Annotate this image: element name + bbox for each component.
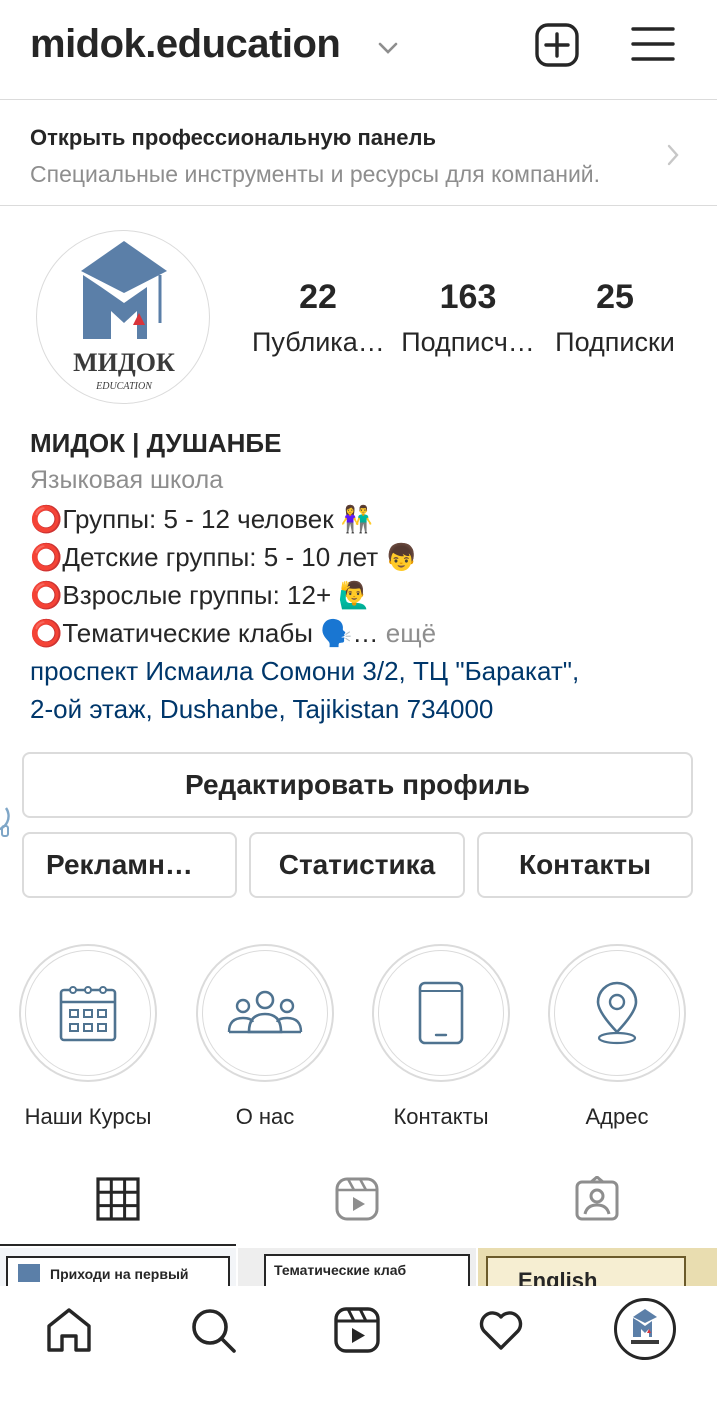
- headphones-icon: [0, 807, 10, 837]
- address-line-1[interactable]: проспект Исмаила Сомони 3/2, ТЦ "Баракат…: [30, 656, 579, 687]
- people-icon: [227, 990, 303, 1034]
- profile-header: midok.education: [0, 0, 717, 100]
- profile-category: Языковая школа: [30, 466, 224, 494]
- bio-line-1: ⭕Группы: 5 - 12 человек 👫: [30, 504, 374, 534]
- address-line-2[interactable]: 2-ой этаж, Dushanbe, Tajikistan 734000: [30, 694, 493, 725]
- search-icon[interactable]: [189, 1306, 237, 1354]
- grid-post-1[interactable]: Приходи на первый: [0, 1248, 236, 1288]
- phone-icon: [418, 981, 464, 1045]
- following-count: 25: [596, 278, 634, 316]
- bio-line-4: ⭕Тематические клабы 🗣️… ещё: [30, 618, 436, 649]
- bio-line-4-text: ⭕Тематические клабы 🗣️…: [30, 618, 379, 648]
- add-icon[interactable]: [534, 22, 580, 68]
- stat-following[interactable]: 25 Подписки: [548, 278, 682, 358]
- pro-panel-subtitle: Специальные инструменты и ресурсы для ко…: [30, 161, 601, 187]
- more-link[interactable]: ещё: [379, 618, 436, 648]
- highlight-ring: [548, 944, 686, 1082]
- profile-name: МИДОК | ДУШАНБЕ: [30, 428, 282, 458]
- grid-icon[interactable]: [95, 1176, 141, 1222]
- reels-tab-icon[interactable]: [334, 1176, 380, 1222]
- highlight-label: Контакты: [393, 1104, 489, 1129]
- followers-label: Подписч…: [401, 327, 535, 357]
- location-pin-icon: [596, 981, 638, 1045]
- profile-avatar[interactable]: МИДОК EDUCATION: [36, 230, 210, 404]
- grid-post-2[interactable]: Тематические клаб: [238, 1248, 476, 1288]
- active-tab-indicator: [0, 1244, 236, 1246]
- highlight-about[interactable]: О нас: [195, 944, 335, 1130]
- highlight-ring: [196, 944, 334, 1082]
- statistics-button[interactable]: Статистика: [249, 832, 465, 898]
- highlight-address[interactable]: Адрес: [547, 944, 687, 1130]
- posts-count: 22: [299, 278, 337, 316]
- highlight-ring: [19, 944, 157, 1082]
- reels-icon[interactable]: [333, 1306, 381, 1354]
- midok-logo-small: [631, 1309, 659, 1344]
- ads-button[interactable]: Рекламн…: [22, 832, 237, 898]
- menu-icon[interactable]: [630, 24, 676, 64]
- svg-text:МИДОК: МИДОК: [73, 348, 175, 377]
- edit-profile-button[interactable]: Редактировать профиль: [22, 752, 693, 818]
- bio-line-3: ⭕Взрослые группы: 12+ 🙋‍♂️: [30, 580, 371, 610]
- followers-count: 163: [439, 278, 497, 316]
- post-caption: Приходи на первый: [50, 1266, 189, 1282]
- professional-dashboard-banner[interactable]: Открыть профессиональную панель Специаль…: [0, 101, 717, 206]
- post-logo-icon: [18, 1264, 40, 1282]
- post-caption: Тематические клаб: [274, 1262, 407, 1278]
- pro-panel-title: Открыть профессиональную панель: [30, 125, 437, 150]
- heart-icon[interactable]: [477, 1306, 525, 1354]
- account-username[interactable]: midok.education: [30, 22, 341, 67]
- tagged-icon[interactable]: [574, 1176, 620, 1222]
- chevron-down-icon[interactable]: [376, 38, 400, 58]
- following-label: Подписки: [555, 327, 675, 357]
- highlight-courses[interactable]: Наши Курсы: [18, 944, 158, 1130]
- stat-posts[interactable]: 22 Публика…: [252, 278, 385, 358]
- highlight-label: О нас: [235, 1104, 295, 1129]
- highlight-label: Адрес: [585, 1104, 649, 1129]
- calendar-icon: [59, 986, 117, 1042]
- midok-logo: МИДОК EDUCATION: [73, 241, 175, 392]
- contacts-button[interactable]: Контакты: [477, 832, 693, 898]
- highlight-ring: [372, 944, 510, 1082]
- chevron-right-icon: [667, 144, 679, 166]
- home-icon[interactable]: [45, 1306, 93, 1354]
- highlight-label: Наши Курсы: [24, 1104, 152, 1129]
- stat-followers[interactable]: 163 Подписч…: [398, 278, 538, 358]
- post-caption: English: [518, 1268, 598, 1288]
- grid-post-3[interactable]: English: [478, 1248, 717, 1288]
- bio-line-2: ⭕Детские группы: 5 - 10 лет 👦: [30, 542, 418, 572]
- profile-avatar-nav[interactable]: [614, 1298, 676, 1360]
- posts-label: Публика…: [252, 327, 385, 357]
- svg-text:EDUCATION: EDUCATION: [95, 381, 153, 392]
- highlight-contacts[interactable]: Контакты: [371, 944, 511, 1130]
